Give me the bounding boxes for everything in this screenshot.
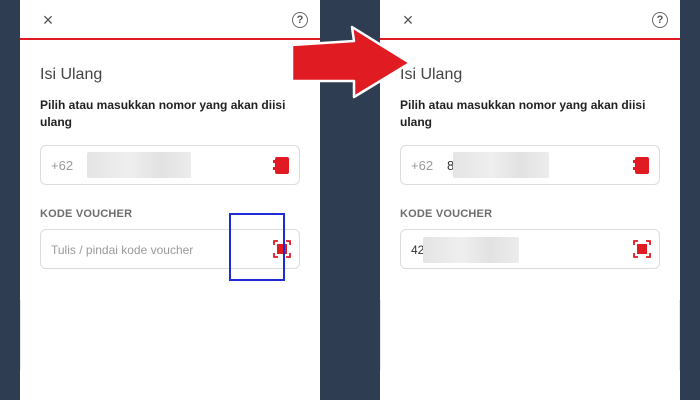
country-code: +62: [51, 158, 74, 173]
phone-number-field[interactable]: +62 85: [400, 145, 660, 185]
contact-book-icon[interactable]: [273, 157, 289, 174]
voucher-code-label: KODE VOUCHER: [40, 208, 133, 220]
divider: [380, 300, 381, 370]
top-bar: × ?: [20, 0, 320, 40]
redacted-voucher-code: [423, 237, 519, 263]
voucher-placeholder: Tulis / pindai kode voucher: [51, 243, 194, 257]
contact-book-icon[interactable]: [633, 157, 649, 174]
country-code: +62: [411, 158, 434, 173]
right-screen: × ? Isi Ulang Pilih atau masukkan nomor …: [380, 0, 680, 400]
top-bar: × ?: [380, 0, 680, 40]
right-arrow-icon: [290, 25, 412, 99]
voucher-code-label: KODE VOUCHER: [400, 208, 493, 220]
divider: [20, 300, 21, 370]
page-title: Isi Ulang: [40, 66, 103, 83]
scan-barcode-icon[interactable]: [633, 240, 651, 258]
redacted-phone-number: [453, 152, 549, 178]
instruction-text: Pilih atau masukkan nomor yang akan diis…: [400, 98, 646, 129]
help-icon[interactable]: ?: [652, 12, 668, 28]
phone-number-field[interactable]: +62 8: [40, 145, 300, 185]
voucher-code-input[interactable]: 42: [400, 229, 660, 269]
scan-icon-highlight: [229, 213, 285, 281]
divider: [679, 300, 680, 370]
instruction-text: Pilih atau masukkan nomor yang akan diis…: [40, 98, 286, 129]
close-icon[interactable]: ×: [38, 10, 58, 30]
left-screen: × ? Isi Ulang Pilih atau masukkan nomor …: [20, 0, 320, 400]
redacted-phone-number: [87, 152, 191, 178]
